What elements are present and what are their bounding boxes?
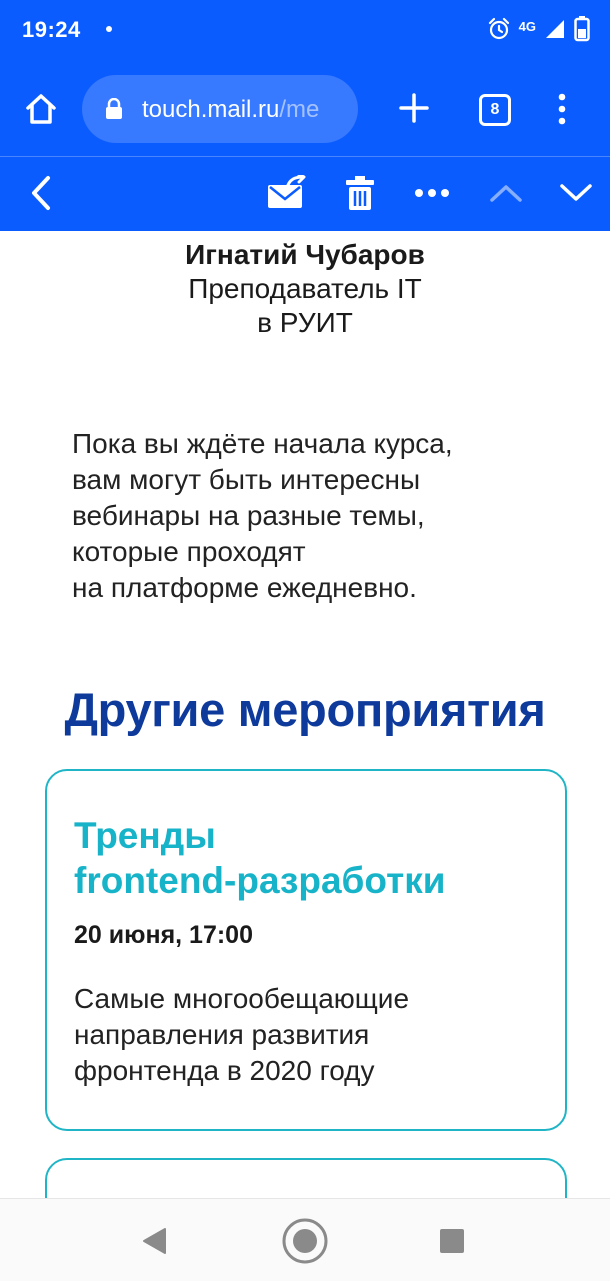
section-title: Другие мероприятия	[64, 683, 546, 736]
mail-toolbar	[0, 156, 610, 231]
url-bar[interactable]: touch.mail.ru/me	[82, 75, 358, 143]
plus-icon	[399, 93, 429, 123]
event-desc-line: направления развития	[74, 1019, 370, 1050]
reply-button[interactable]	[262, 171, 310, 215]
intro-paragraph: Пока вы ждёте начала курса, вам могут бы…	[72, 426, 552, 606]
nav-recents-button[interactable]	[428, 1217, 476, 1265]
network-type: 4G	[518, 18, 536, 34]
event-description: Самые многообещающие направления развити…	[74, 981, 544, 1089]
delete-button[interactable]	[340, 171, 380, 215]
alarm-icon	[487, 17, 511, 46]
reply-envelope-icon	[268, 175, 306, 208]
next-message-button[interactable]	[556, 171, 596, 215]
signature-name: Игнатий Чубаров	[185, 239, 425, 270]
back-chevron-icon	[32, 176, 50, 210]
intro-line: на платформе ежедневно.	[72, 572, 417, 603]
email-body: Игнатий Чубаров Преподаватель IT в РУИТ …	[0, 230, 610, 1198]
signal-icon	[544, 18, 566, 45]
event-title-line: frontend-разработки	[74, 860, 446, 901]
recents-square-icon	[440, 1229, 464, 1253]
home-circle-icon	[282, 1218, 328, 1264]
intro-line: вам могут быть интересны	[72, 464, 421, 495]
back-triangle-icon	[143, 1228, 166, 1254]
battery-icon	[574, 15, 590, 47]
new-tab-button[interactable]	[392, 86, 436, 130]
prev-message-button[interactable]	[486, 171, 526, 215]
tabs-button[interactable]: 8	[479, 94, 511, 126]
next-chevron-icon	[560, 184, 592, 201]
url-path: /me	[279, 96, 320, 123]
signature-org: в РУИТ	[257, 307, 353, 338]
intro-line: Пока вы ждёте начала курса,	[72, 428, 453, 459]
status-icons: 4G	[487, 15, 590, 47]
event-desc-line: Самые многообещающие	[74, 983, 410, 1014]
home-icon	[26, 94, 56, 124]
event-card-next[interactable]	[45, 1158, 567, 1198]
signature-role: Преподаватель IT	[188, 273, 422, 304]
event-title-line: Тренды	[74, 815, 216, 856]
browser-toolbar: touch.mail.ru/me 8	[0, 62, 610, 156]
url-text: touch.mail.ru/me	[142, 96, 319, 124]
event-date: 20 июня, 17:00	[74, 921, 253, 949]
kebab-menu-icon	[558, 93, 566, 125]
status-bar: 19:24 4G	[0, 0, 610, 62]
lock-icon	[106, 98, 122, 119]
status-time: 19:24	[22, 17, 81, 42]
nav-back-button[interactable]	[130, 1217, 178, 1265]
event-desc-line: фронтенда в 2020 году	[74, 1055, 375, 1086]
more-dots-icon	[415, 189, 449, 197]
nav-home-button[interactable]	[281, 1217, 329, 1265]
home-button[interactable]	[18, 86, 64, 132]
more-button[interactable]	[412, 171, 452, 215]
trash-icon	[346, 176, 374, 210]
signature: Игнатий Чубаров Преподаватель IT в РУИТ	[0, 238, 610, 340]
intro-line: вебинары на разные темы,	[72, 500, 425, 531]
prev-chevron-icon	[490, 185, 522, 202]
intro-line: которые проходят	[72, 536, 306, 567]
notification-dot	[106, 26, 112, 32]
event-title[interactable]: Тренды frontend-разработки	[74, 813, 544, 903]
url-domain: touch.mail.ru	[142, 96, 280, 123]
system-nav-bar	[0, 1198, 610, 1281]
back-button[interactable]	[24, 171, 58, 215]
browser-menu-button[interactable]	[548, 90, 576, 128]
tab-count: 8	[490, 101, 500, 118]
event-card[interactable]: Тренды frontend-разработки 20 июня, 17:0…	[45, 769, 567, 1131]
